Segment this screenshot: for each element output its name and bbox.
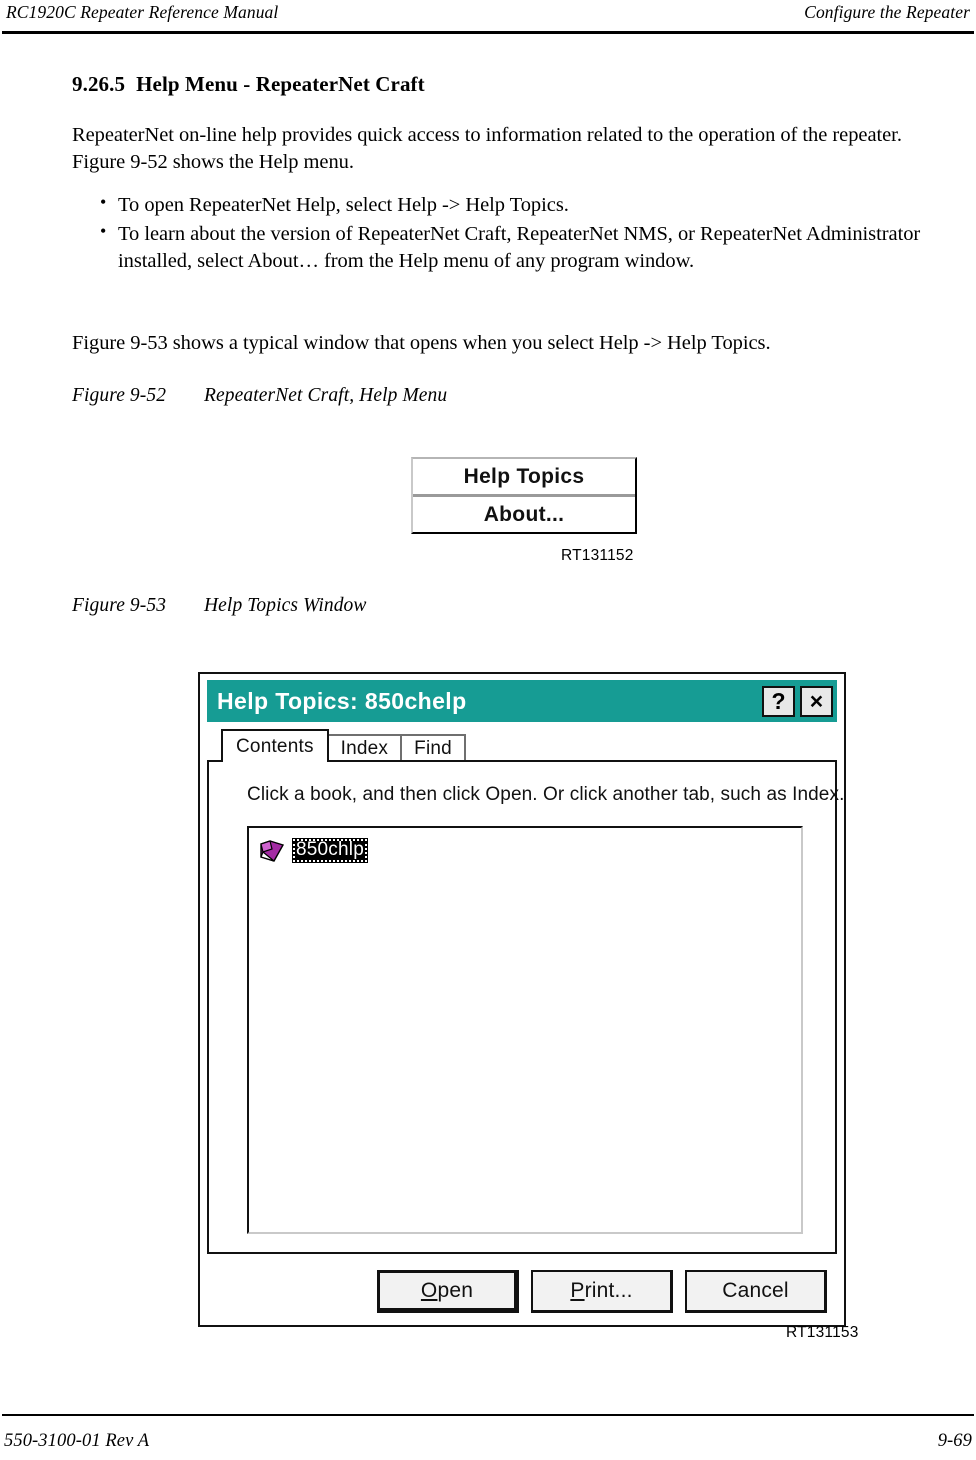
help-topics-dialog: Help Topics: 850chelp ? × Contents Index…	[198, 672, 846, 1327]
menu-item-about[interactable]: About...	[413, 497, 635, 532]
figure-53-id: RT131153	[786, 1324, 859, 1341]
list-item: To learn about the version of RepeaterNe…	[72, 220, 972, 275]
open-button-accel: O	[420, 1278, 438, 1302]
bullet-list: To open RepeaterNet Help, select Help ->…	[72, 191, 972, 275]
figure-53-caption-label: Figure 9-53	[72, 595, 167, 616]
figure-53-caption: Figure 9-53 Help Topics Window	[72, 595, 970, 617]
intro-paragraph: RepeaterNet on-line help provides quick …	[72, 124, 902, 174]
footer-right: 9-69	[937, 1431, 972, 1451]
list-item: To open RepeaterNet Help, select Help ->…	[72, 191, 972, 219]
tab-index[interactable]: Index	[326, 734, 403, 762]
footer-left: 550-3100-01 Rev A	[4, 1431, 150, 1451]
open-button-label: pen	[437, 1278, 474, 1302]
dialog-button-bar: Open Print... Cancel	[207, 1254, 837, 1317]
running-head-right: Configure the Repeater	[804, 2, 970, 22]
help-menu: Help Topics About...	[411, 457, 637, 534]
figure-52-caption-text: RepeaterNet Craft, Help Menu	[204, 385, 448, 406]
figure-52-id: RT131152	[561, 547, 634, 564]
running-head: RC1920C Repeater Reference Manual Config…	[0, 0, 976, 34]
tree-item-850chlp[interactable]: 850chlp	[259, 838, 368, 863]
print-button-accel: P	[570, 1279, 585, 1302]
tab-page-contents: Click a book, and then click Open. Or cl…	[207, 760, 845, 1254]
menu-item-help-topics[interactable]: Help Topics	[413, 459, 635, 494]
open-button[interactable]: Open	[377, 1270, 519, 1313]
cancel-button[interactable]: Cancel	[685, 1270, 827, 1313]
tab-strip: Contents Index Find	[207, 722, 837, 762]
figure-52: Help Topics About... RT131152	[411, 457, 647, 564]
tree-item-label: 850chlp	[292, 838, 368, 863]
print-button-label: rint...	[584, 1279, 633, 1302]
book-icon	[259, 839, 285, 862]
running-head-left: RC1920C Repeater Reference Manual	[6, 2, 279, 22]
help-icon[interactable]: ?	[762, 685, 795, 717]
contents-hint-text: Click a book, and then click Open. Or cl…	[247, 784, 845, 805]
running-head-rule	[2, 31, 974, 34]
close-icon[interactable]: ×	[800, 685, 833, 717]
dialog-title: Help Topics: 850chelp	[217, 687, 467, 714]
figure-52-caption-label: Figure 9-52	[72, 385, 167, 406]
dialog-titlebar: Help Topics: 850chelp ? ×	[207, 680, 837, 722]
figure-53: Help Topics: 850chelp ? × Contents Index…	[198, 672, 858, 1341]
contents-tree[interactable]: 850chlp	[247, 826, 803, 1234]
tab-find[interactable]: Find	[400, 734, 466, 762]
print-button[interactable]: Print...	[531, 1270, 673, 1313]
figure-52-caption: Figure 9-52 RepeaterNet Craft, Help Menu	[72, 385, 970, 407]
page-footer: 550-3100-01 Rev A 9-69	[4, 1431, 972, 1452]
section-title: Help Menu - RepeaterNet Craft	[136, 72, 425, 96]
footer-rule	[2, 1413, 974, 1416]
after-bullets-paragraph: Figure 9-53 shows a typical window that …	[72, 332, 771, 354]
figure-53-caption-text: Help Topics Window	[204, 595, 367, 616]
section-number: 9.26.5	[72, 72, 126, 96]
section-heading: 9.26.5 Help Menu - RepeaterNet Craft	[72, 72, 970, 97]
tab-contents[interactable]: Contents	[221, 729, 329, 762]
